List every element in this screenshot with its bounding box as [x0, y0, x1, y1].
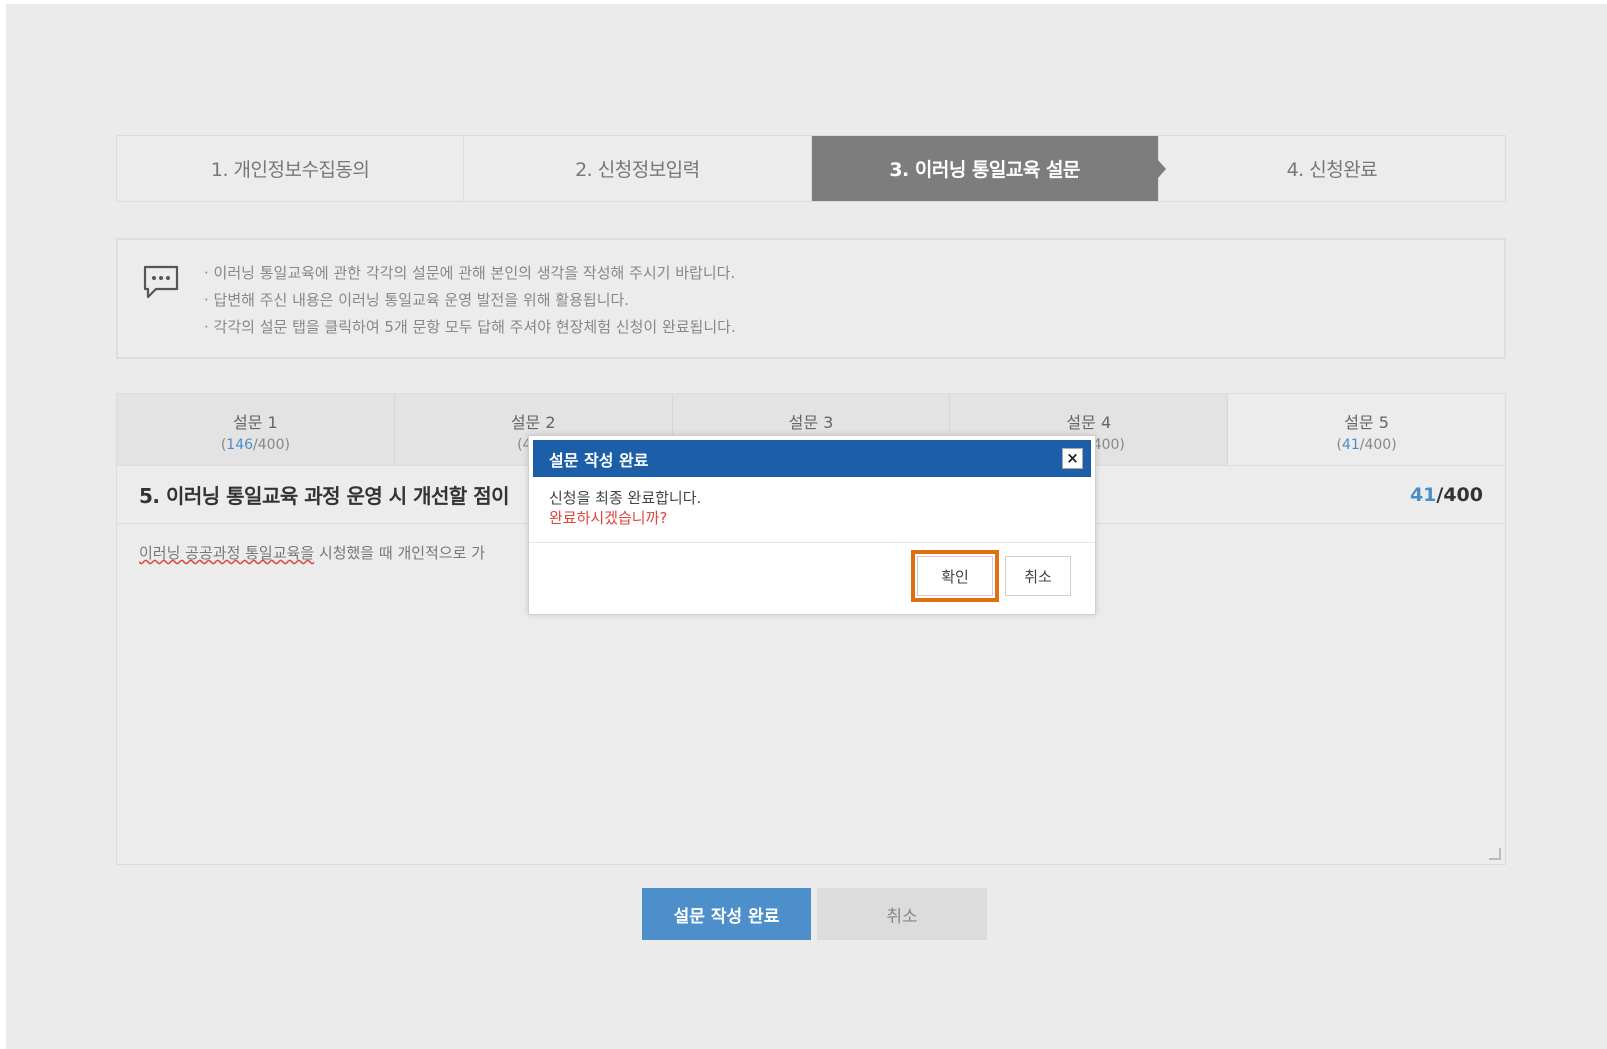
- resize-handle-icon[interactable]: [1489, 848, 1501, 860]
- char-count-current: 41: [1409, 483, 1437, 506]
- tab-count-max: 400: [1092, 437, 1120, 453]
- question-title: 5. 이러닝 통일교육 과정 운영 시 개선할 점이: [139, 484, 510, 508]
- notice-line-2: 답변해 주신 내용은 이러닝 통일교육 운영 발전을 위해 활용됩니다.: [204, 287, 736, 314]
- answer-text-underlined: 이러닝 공공과정 통일교육을: [139, 544, 315, 562]
- confirm-cancel-button[interactable]: 취소: [1005, 556, 1071, 596]
- submit-survey-button[interactable]: 설문 작성 완료: [642, 888, 811, 940]
- tab-count-max: 400: [1364, 437, 1392, 453]
- confirm-ok-button[interactable]: 확인: [911, 550, 999, 602]
- tab-label: 설문 4: [1066, 413, 1112, 432]
- cancel-button[interactable]: 취소: [817, 888, 987, 940]
- notice-text: 이러닝 통일교육에 관한 각각의 설문에 관해 본인의 생각을 작성해 주시기 …: [204, 260, 736, 341]
- speech-bubble-icon: [143, 265, 179, 299]
- step-2: 2. 신청정보입력: [464, 136, 812, 201]
- char-count-max: /400: [1436, 483, 1483, 506]
- answer-text: 시청했을 때 개인적으로 가: [314, 544, 486, 562]
- dialog-message: 신청을 최종 완료합니다. 완료하시겠습니까?: [549, 488, 701, 528]
- confirm-dialog: 설문 작성 완료 × 신청을 최종 완료합니다. 완료하시겠습니까? 확인 취소: [528, 435, 1096, 615]
- tab-count: (41/400): [1336, 437, 1397, 453]
- step-3-current: 3. 이러닝 통일교육 설문: [811, 136, 1167, 201]
- tab-label: 설문 1: [233, 413, 278, 432]
- dialog-message-line-2: 완료하시겠습니까?: [549, 509, 668, 527]
- tab-label: 설문 2: [510, 413, 556, 432]
- dialog-divider: [529, 542, 1095, 543]
- step-4: 4. 신청완료: [1286, 159, 1378, 181]
- tab-survey-5[interactable]: 설문 5 (41/400): [1228, 394, 1505, 465]
- tab-label: 설문 5: [1344, 413, 1389, 432]
- close-icon[interactable]: ×: [1062, 448, 1083, 469]
- dialog-header: 설문 작성 완료 ×: [533, 440, 1091, 477]
- tab-count-current: 146: [226, 437, 254, 453]
- form-actions: 설문 작성 완료 취소: [642, 888, 987, 940]
- tab-count: (146/400): [220, 437, 290, 453]
- dialog-message-line-1: 신청을 최종 완료합니다.: [549, 489, 702, 507]
- notice-box: 이러닝 통일교육에 관한 각각의 설문에 관해 본인의 생각을 작성해 주시기 …: [116, 238, 1506, 359]
- page-background: 1. 개인정보수집동의 2. 신청정보입력 3. 이러닝 통일교육 설문 4. …: [6, 4, 1607, 1049]
- step-indicator: 1. 개인정보수집동의 2. 신청정보입력 3. 이러닝 통일교육 설문 4. …: [116, 135, 1506, 202]
- tab-label: 설문 3: [788, 413, 834, 432]
- step-1: 1. 개인정보수집동의: [117, 136, 465, 201]
- dialog-title: 설문 작성 완료: [549, 450, 649, 470]
- char-counter: 41/400: [1410, 484, 1483, 506]
- tab-count-current: 41: [1341, 437, 1360, 453]
- tab-count-max: 400: [257, 437, 285, 453]
- notice-line-3: 각각의 설문 탭을 클릭하여 5개 문항 모두 답해 주셔야 현장체험 신청이 …: [204, 314, 736, 341]
- tab-survey-1[interactable]: 설문 1 (146/400): [117, 394, 395, 465]
- notice-line-1: 이러닝 통일교육에 관한 각각의 설문에 관해 본인의 생각을 작성해 주시기 …: [204, 260, 736, 287]
